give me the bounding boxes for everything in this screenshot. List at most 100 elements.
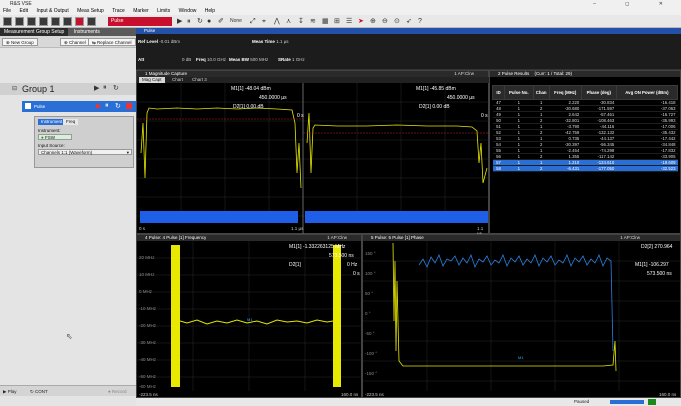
m1-label: M1[1] bbox=[231, 86, 244, 92]
play-button[interactable]: ▶ Play bbox=[3, 388, 16, 395]
menu-help[interactable]: Help bbox=[205, 8, 215, 14]
freq-value: 10.0 GHz bbox=[207, 57, 227, 62]
magnitude-capture-window[interactable]: 1 Magnitude Capture 1 AP:Clrw Mag Capt C… bbox=[136, 70, 490, 236]
tab-instruments[interactable]: Instruments bbox=[70, 28, 104, 36]
group-row[interactable]: ⊟ Group 1 ▶ ⏸ ↻ bbox=[0, 83, 136, 95]
export-icon[interactable] bbox=[39, 17, 48, 26]
replace-channel-button[interactable]: ⇆ Replace Channel bbox=[88, 38, 136, 46]
magnitude-trace-2 bbox=[306, 112, 488, 184]
channel-tab[interactable]: Pulse bbox=[136, 28, 681, 34]
open-icon[interactable] bbox=[15, 17, 24, 26]
window-title: 2 Pulse Results bbox=[498, 71, 530, 76]
screenshot-icon[interactable] bbox=[63, 17, 72, 26]
col-id[interactable]: ID bbox=[491, 85, 506, 100]
channel-close-icon[interactable] bbox=[126, 103, 132, 109]
channel-label: Channel bbox=[69, 40, 86, 45]
refresh-icon[interactable]: ↻ bbox=[197, 17, 203, 26]
print-icon[interactable] bbox=[51, 17, 60, 26]
multizoom-icon[interactable]: ⌖ bbox=[262, 17, 266, 26]
marker-icon[interactable]: ✐ bbox=[218, 17, 224, 26]
collapse-icon[interactable]: ⊟ bbox=[12, 85, 17, 92]
instrument-select[interactable]: ● FSW bbox=[38, 134, 72, 140]
save-icon[interactable] bbox=[27, 17, 36, 26]
col-pulse-no[interactable]: Pulse No. bbox=[504, 85, 534, 100]
table-body: 47 1 1 2.220 -30.834 -16.418 48 1 2 -30.680 -171.5… bbox=[492, 99, 678, 172]
group-play-icon[interactable]: ▶ bbox=[94, 84, 99, 92]
col-avg-on-power[interactable]: Avg ON Power (dBm) bbox=[615, 85, 679, 100]
pause-icon[interactable]: ⏸ bbox=[187, 17, 191, 26]
layout-icon[interactable] bbox=[75, 17, 84, 26]
phase-window[interactable]: 5 Pulse: 5 Pulse [1] Phase 1 AP:Clrw 150… bbox=[362, 234, 681, 398]
replace-channel-label: Replace Channel bbox=[97, 40, 132, 45]
y-tick: 10 MHz bbox=[139, 272, 155, 277]
phase-plot[interactable]: 150 ° 100 ° 50 ° 0 ° -50 ° -100 ° -150 °… bbox=[363, 241, 681, 391]
zoom-in-icon[interactable]: ⊕ bbox=[370, 17, 376, 26]
frequency-window[interactable]: 4 Pulse: 4 Pulse [1] Frequency 1 AP:Clrw… bbox=[136, 234, 363, 398]
d2b-value: 0.00 dB bbox=[432, 104, 450, 110]
menu-meas-setup[interactable]: Meas Setup bbox=[77, 8, 104, 14]
channel-icon bbox=[25, 103, 31, 109]
m1b-value: -45.85 dBm bbox=[429, 86, 456, 92]
list-icon[interactable]: ☰ bbox=[346, 17, 352, 26]
status-state: Paused bbox=[574, 399, 590, 404]
input-source-select[interactable]: Channels 1:1 (Waveform) ▾ bbox=[38, 149, 132, 155]
zoom-icon[interactable]: ⤢ bbox=[250, 17, 256, 26]
select-icon[interactable]: ➶ bbox=[406, 17, 412, 26]
peak-icon[interactable]: ⋀ bbox=[274, 17, 280, 26]
zoom-none[interactable]: None bbox=[230, 17, 242, 26]
d2-time: 0 s bbox=[353, 271, 360, 277]
meas-time-value: 1.1 µs bbox=[276, 39, 289, 44]
trace-icon[interactable]: ≋ bbox=[310, 17, 316, 26]
menu-marker[interactable]: Marker bbox=[133, 8, 149, 14]
subtab-freq[interactable]: Freq bbox=[63, 119, 79, 125]
menu-edit[interactable]: Edit bbox=[19, 8, 28, 14]
mode-selector[interactable]: Pulse bbox=[108, 17, 172, 26]
y-tick: 0 MHz bbox=[139, 289, 153, 294]
ref-level: Ref Level -0.01 dBm bbox=[138, 39, 180, 44]
pan-icon[interactable]: ⊙ bbox=[394, 17, 400, 26]
record-button[interactable]: ● Record bbox=[108, 388, 126, 395]
help-icon[interactable]: ? bbox=[418, 17, 422, 26]
col-freq[interactable]: Freq (MHz) bbox=[548, 85, 582, 100]
channel-info-bar: Pulse Ref Level -0.01 dBm Att 0 dB Meas … bbox=[136, 28, 681, 70]
new-group-button[interactable]: ⊕ New Group bbox=[2, 38, 38, 46]
menu-file[interactable]: File bbox=[3, 8, 11, 14]
new-icon[interactable] bbox=[3, 17, 12, 26]
chevron-down-icon: ▾ bbox=[126, 150, 129, 155]
channel-play-icon[interactable]: ▶ bbox=[96, 102, 101, 110]
table-icon[interactable]: ▦ bbox=[322, 17, 329, 26]
menu-window[interactable]: Window bbox=[179, 8, 197, 14]
next-peak-icon[interactable]: ⋏ bbox=[286, 17, 291, 26]
subtab-instrument[interactable]: Instrument bbox=[38, 119, 66, 125]
pulse-results-window[interactable]: 2 Pulse Results (Curr: 1 / Total: 29) ID… bbox=[489, 70, 681, 234]
table-row[interactable]: 58 1 2 -6.431 -177.050 -32.523 bbox=[492, 165, 678, 172]
meas-bw-value: 500 MHz bbox=[250, 57, 269, 62]
window-controls[interactable]: – ◻ ✕ bbox=[593, 0, 677, 8]
display-icon[interactable] bbox=[87, 17, 96, 26]
play-icon[interactable]: ▶ bbox=[177, 17, 182, 26]
m1b-label: M1[1] bbox=[416, 86, 429, 92]
marker-to-icon[interactable]: ↧ bbox=[298, 17, 304, 26]
table-cell: 2 bbox=[533, 165, 550, 172]
group-refresh-icon[interactable]: ↻ bbox=[113, 84, 119, 92]
menu-limits[interactable]: Limits bbox=[157, 8, 170, 14]
grid-icon[interactable]: ⊞ bbox=[334, 17, 340, 26]
channel-pause-icon[interactable]: ⏸ bbox=[105, 102, 109, 110]
channel-item-pulse[interactable]: Pulse ▶ ⏸ ↻ bbox=[22, 101, 136, 112]
frequency-plot[interactable]: 20 MHz 10 MHz 0 MHz -10 MHz -20 MHz -30 … bbox=[137, 241, 363, 391]
menu-input-output[interactable]: Input & Output bbox=[36, 8, 68, 14]
col-phase[interactable]: Phase (deg) bbox=[580, 85, 617, 100]
pulse-results-table[interactable]: ID Pulse No. Chan Freq (MHz) Phase (deg)… bbox=[491, 85, 679, 172]
m1-value: -48.04 dBm bbox=[244, 86, 271, 92]
menu-trace[interactable]: Trace bbox=[112, 8, 125, 14]
record-icon[interactable]: ● bbox=[207, 17, 211, 26]
zoom-out-icon[interactable]: ⊖ bbox=[382, 17, 388, 26]
cursor-icon[interactable]: ➤ bbox=[358, 17, 364, 26]
channel-button[interactable]: ⊕ Channel bbox=[60, 38, 90, 46]
group-pause-icon[interactable]: ⏸ bbox=[103, 84, 107, 92]
col-chan[interactable]: Chan bbox=[532, 85, 550, 100]
tab-measurement-group-setup[interactable]: Measurement Group Setup bbox=[0, 28, 69, 36]
y-tick: -10 MHz bbox=[139, 306, 157, 311]
cont-button[interactable]: ↻ CONT bbox=[30, 388, 48, 395]
channel-refresh-icon[interactable]: ↻ bbox=[115, 102, 121, 110]
